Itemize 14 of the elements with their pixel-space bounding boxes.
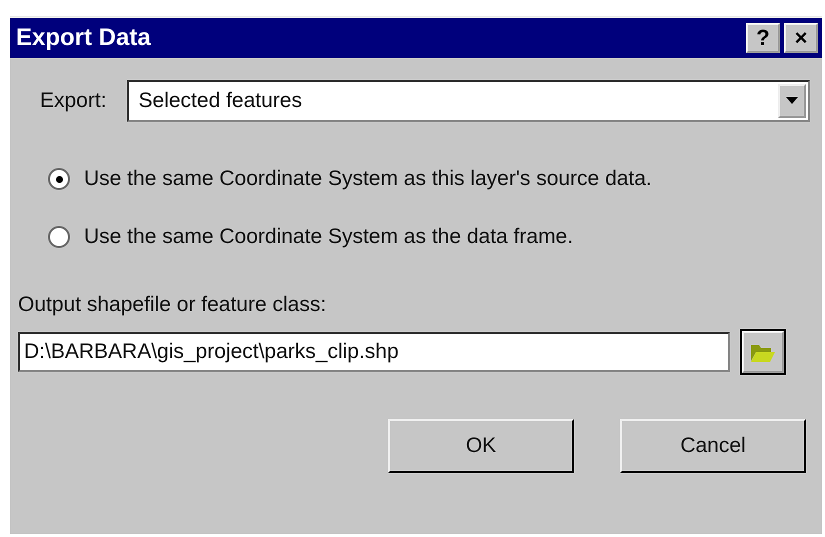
radio-button[interactable] bbox=[48, 226, 70, 248]
radio-label: Use the same Coordinate System as the data frame. bbox=[84, 225, 574, 249]
window-title: Export Data bbox=[16, 24, 151, 52]
cancel-button[interactable]: Cancel bbox=[620, 419, 806, 473]
help-button[interactable]: ? bbox=[746, 23, 780, 53]
export-label: Export: bbox=[40, 89, 107, 113]
output-label: Output shapefile or feature class: bbox=[18, 293, 328, 317]
radio-button[interactable] bbox=[48, 168, 70, 190]
output-path-field[interactable]: D:\BARBARA\gis_project\parks_clip.shp bbox=[18, 332, 730, 372]
export-dropdown[interactable]: Selected features bbox=[126, 80, 810, 122]
browse-button[interactable] bbox=[742, 331, 784, 373]
close-button[interactable]: × bbox=[784, 23, 818, 53]
radio-label: Use the same Coordinate System as this layer's source data. bbox=[84, 167, 652, 191]
ok-button[interactable]: OK bbox=[388, 419, 574, 473]
